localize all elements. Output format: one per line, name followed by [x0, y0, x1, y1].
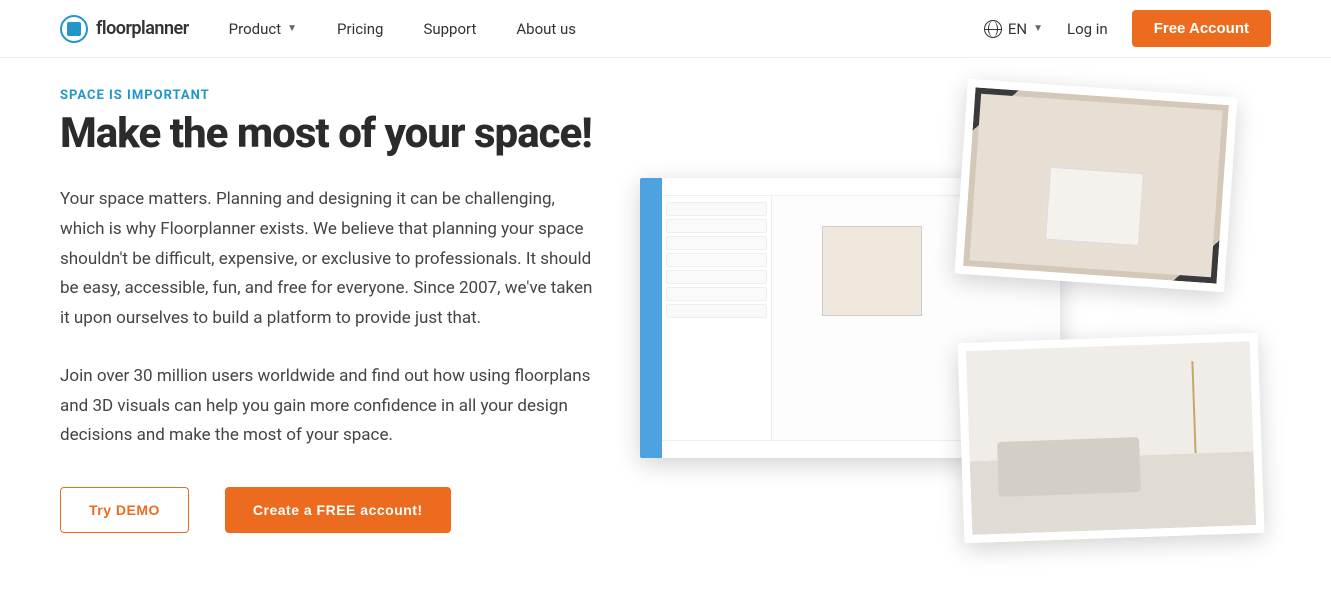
globe-icon: [984, 20, 1002, 38]
logo-text: floorplanner: [96, 18, 189, 39]
render-sofa: [997, 437, 1141, 497]
editor-sidebar: [640, 178, 662, 458]
logo[interactable]: floorplanner: [60, 15, 189, 43]
render-room: [969, 94, 1222, 277]
render-bed: [1044, 165, 1146, 247]
render-lamp: [1192, 361, 1197, 453]
cta-row: Try DEMO Create a FREE account!: [60, 487, 600, 533]
site-header: floorplanner Product ▼ Pricing Support A…: [0, 0, 1331, 58]
panel-row: [666, 287, 767, 301]
floorplan-shape: [822, 226, 922, 316]
language-selector[interactable]: EN ▼: [984, 20, 1043, 38]
panel-row: [666, 304, 767, 318]
panel-row: [666, 236, 767, 250]
header-right: EN ▼ Log in Free Account: [984, 10, 1271, 47]
editor-panel: [662, 196, 772, 440]
main-nav: Product ▼ Pricing Support About us: [229, 20, 576, 38]
chevron-down-icon: ▼: [1033, 23, 1043, 34]
hero-eyebrow: SPACE IS IMPORTANT: [60, 88, 600, 103]
create-account-button[interactable]: Create a FREE account!: [225, 487, 451, 533]
hero-visual: [640, 88, 1271, 548]
language-label: EN: [1008, 20, 1027, 38]
login-link[interactable]: Log in: [1067, 20, 1108, 38]
nav-support[interactable]: Support: [423, 20, 476, 38]
nav-about[interactable]: About us: [516, 20, 576, 38]
nav-product-label: Product: [229, 20, 281, 38]
panel-row: [666, 253, 767, 267]
panel-row: [666, 270, 767, 284]
chevron-down-icon: ▼: [287, 23, 297, 34]
topdown-render: [955, 79, 1238, 292]
nav-pricing[interactable]: Pricing: [337, 20, 383, 38]
panel-row: [666, 202, 767, 216]
try-demo-button[interactable]: Try DEMO: [60, 487, 189, 533]
hero-content: SPACE IS IMPORTANT Make the most of your…: [60, 88, 600, 548]
hero-headline: Make the most of your space!: [60, 111, 600, 157]
hero-paragraph-2: Join over 30 million users worldwide and…: [60, 362, 600, 451]
logo-icon: [60, 15, 88, 43]
hero-section: SPACE IS IMPORTANT Make the most of your…: [0, 58, 1331, 548]
interior-render: [958, 333, 1265, 543]
nav-product[interactable]: Product ▼: [229, 20, 297, 38]
free-account-button[interactable]: Free Account: [1132, 10, 1271, 47]
panel-row: [666, 219, 767, 233]
hero-paragraph-1: Your space matters. Planning and designi…: [60, 185, 600, 334]
